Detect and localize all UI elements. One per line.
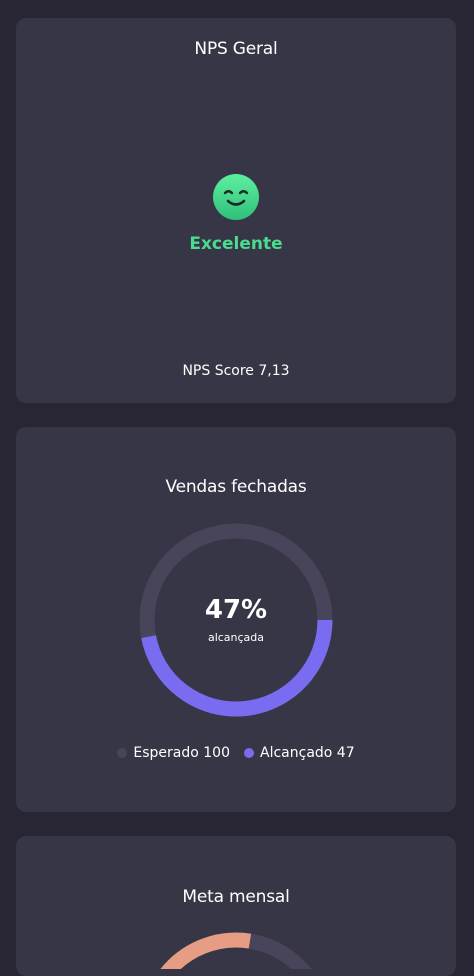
nps-card-title: NPS Geral	[194, 39, 278, 59]
legend-dot-achieved	[244, 748, 254, 758]
smiling-face-icon	[213, 174, 259, 220]
monthly-goal-title: Meta mensal	[182, 887, 290, 907]
legend-item-achieved: Alcançado 47	[244, 745, 355, 761]
nps-status: Excelente	[189, 234, 283, 254]
legend-label-expected: Esperado 100	[133, 745, 230, 761]
nps-card: NPS Geral Excelente NPS Score 7,13	[16, 18, 456, 403]
legend-label-achieved: Alcançado 47	[260, 745, 355, 761]
sales-card: Vendas fechadas 47% alcançada Esperado 1…	[16, 427, 456, 812]
sales-percent-value: 47%	[204, 595, 268, 625]
nps-score: NPS Score 7,13	[182, 363, 290, 379]
legend-dot-expected	[117, 748, 128, 758]
monthly-goal-donut-chart	[160, 932, 312, 969]
sales-card-title: Vendas fechadas	[165, 477, 307, 497]
sales-legend: Esperado 100 Alcançado 47	[16, 745, 456, 761]
monthly-goal-progress-arc	[160, 932, 252, 969]
monthly-goal-card: Meta mensal	[16, 836, 456, 976]
legend-item-expected: Esperado 100	[117, 745, 230, 761]
sales-percent-label: alcançada	[207, 631, 265, 644]
